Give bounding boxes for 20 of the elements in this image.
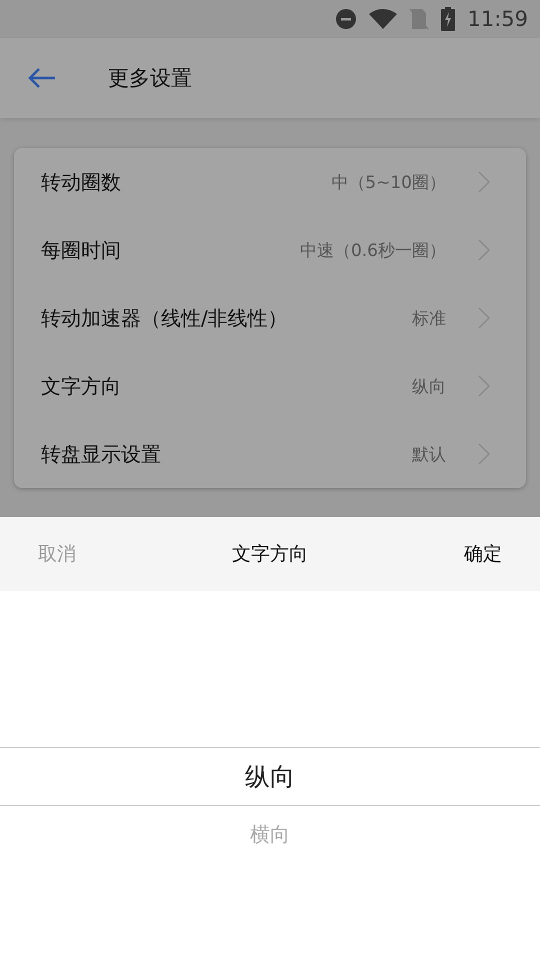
setting-row[interactable]: 转盘显示设置 默认 — [14, 420, 526, 488]
chevron-right-icon — [478, 171, 490, 193]
setting-row[interactable]: 文字方向 纵向 — [14, 352, 526, 420]
chevron-right-icon — [478, 307, 490, 329]
sheet-title: 文字方向 — [232, 542, 308, 567]
wifi-icon — [369, 9, 398, 29]
chevron-right-icon — [478, 375, 490, 397]
picker-option[interactable]: 纵向 — [245, 747, 295, 805]
chevron-right-icon — [478, 443, 490, 465]
setting-row[interactable]: 每圈时间 中速（0.6秒一圈） — [14, 216, 526, 284]
back-arrow-icon[interactable] — [28, 67, 56, 89]
page-title: 更多设置 — [108, 65, 192, 92]
do-not-disturb-icon — [335, 8, 358, 30]
chevron-right-icon — [478, 239, 490, 261]
confirm-button[interactable]: 确定 — [446, 535, 520, 573]
setting-row[interactable]: 转动加速器（线性/非线性） 标准 — [14, 284, 526, 352]
status-time: 11:59 — [467, 7, 528, 31]
no-sim-icon — [409, 8, 430, 30]
battery-charging-icon — [441, 7, 456, 31]
setting-row[interactable]: 转动圈数 中（5~10圈） — [14, 148, 526, 216]
